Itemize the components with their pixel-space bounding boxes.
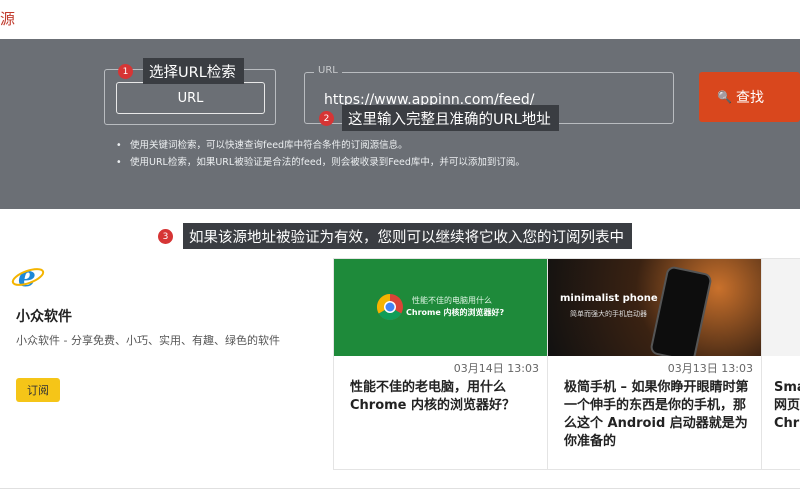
article-title: 性能不佳的老电脑，用什么 Chrome 内核的浏览器好？: [350, 380, 516, 413]
article-date: 03月14日 13:03: [453, 362, 539, 375]
callout-number-2: 2: [319, 111, 334, 126]
thumbnail-caption-2: 简单而强大的手机启动器: [570, 310, 647, 318]
callout-2: 这里输入完整且准确的URL地址: [342, 105, 559, 131]
article-card[interactable]: Sma 网页 Chr: [762, 259, 800, 469]
callout-number-1: 1: [118, 64, 133, 79]
feed-name: 小众软件: [16, 309, 72, 325]
article-title: 极简手机 – 如果你睁开眼睛时第一个伸手的东西是你的手机，那么这个 Androi…: [564, 380, 749, 449]
search-button-label: 查找: [735, 90, 764, 106]
thumbnail-caption-2: Chrome 内核的浏览器好?: [406, 308, 505, 317]
subscribe-button[interactable]: 订阅: [16, 378, 60, 402]
svg-text:e: e: [18, 262, 36, 292]
tip-item-url: 使用URL检索，如果URL被验证是合法的feed，则会被收录到Feed库中，并可…: [116, 154, 525, 171]
url-mode-button[interactable]: URL: [116, 82, 265, 114]
article-thumbnail: 性能不佳的电脑用什么 Chrome 内核的浏览器好?: [334, 259, 547, 356]
article-title: Sma 网页 Chr: [774, 380, 800, 431]
thumbnail-caption-1: 性能不佳的电脑用什么: [412, 296, 492, 305]
callout-number-3: 3: [158, 229, 173, 244]
search-button[interactable]: 🔍 查找: [699, 72, 800, 122]
divider: [0, 488, 800, 489]
article-card[interactable]: minimalist phone 简单而强大的手机启动器 03月13日 13:0…: [548, 259, 762, 469]
article-list: 性能不佳的电脑用什么 Chrome 内核的浏览器好? 03月14日 13:03 …: [333, 258, 800, 470]
search-icon: 🔍: [717, 90, 732, 104]
callout-1: 选择URL检索: [143, 58, 244, 84]
callout-3: 如果该源地址被验证为有效，您则可以继续将它收入您的订阅列表中: [183, 223, 632, 249]
article-card[interactable]: 性能不佳的电脑用什么 Chrome 内核的浏览器好? 03月14日 13:03 …: [334, 259, 548, 469]
search-tips: 使用关键词检索，可以快速查询feed库中符合条件的订阅源信息。 使用URL检索，…: [116, 137, 525, 171]
ie-logo-icon: e: [11, 262, 45, 292]
article-thumbnail: minimalist phone 简单而强大的手机启动器: [548, 259, 761, 356]
article-thumbnail: [762, 259, 800, 356]
url-field-legend: URL: [314, 65, 342, 76]
page-title-fragment: 源: [0, 10, 16, 28]
thumbnail-caption-1: minimalist phone: [560, 293, 658, 304]
tip-item-keyword: 使用关键词检索，可以快速查询feed库中符合条件的订阅源信息。: [116, 137, 525, 154]
feed-description: 小众软件 - 分享免费、小巧、实用、有趣、绿色的软件: [16, 334, 280, 347]
article-date: 03月13日 13:03: [667, 362, 753, 375]
phone-image: [649, 265, 713, 356]
